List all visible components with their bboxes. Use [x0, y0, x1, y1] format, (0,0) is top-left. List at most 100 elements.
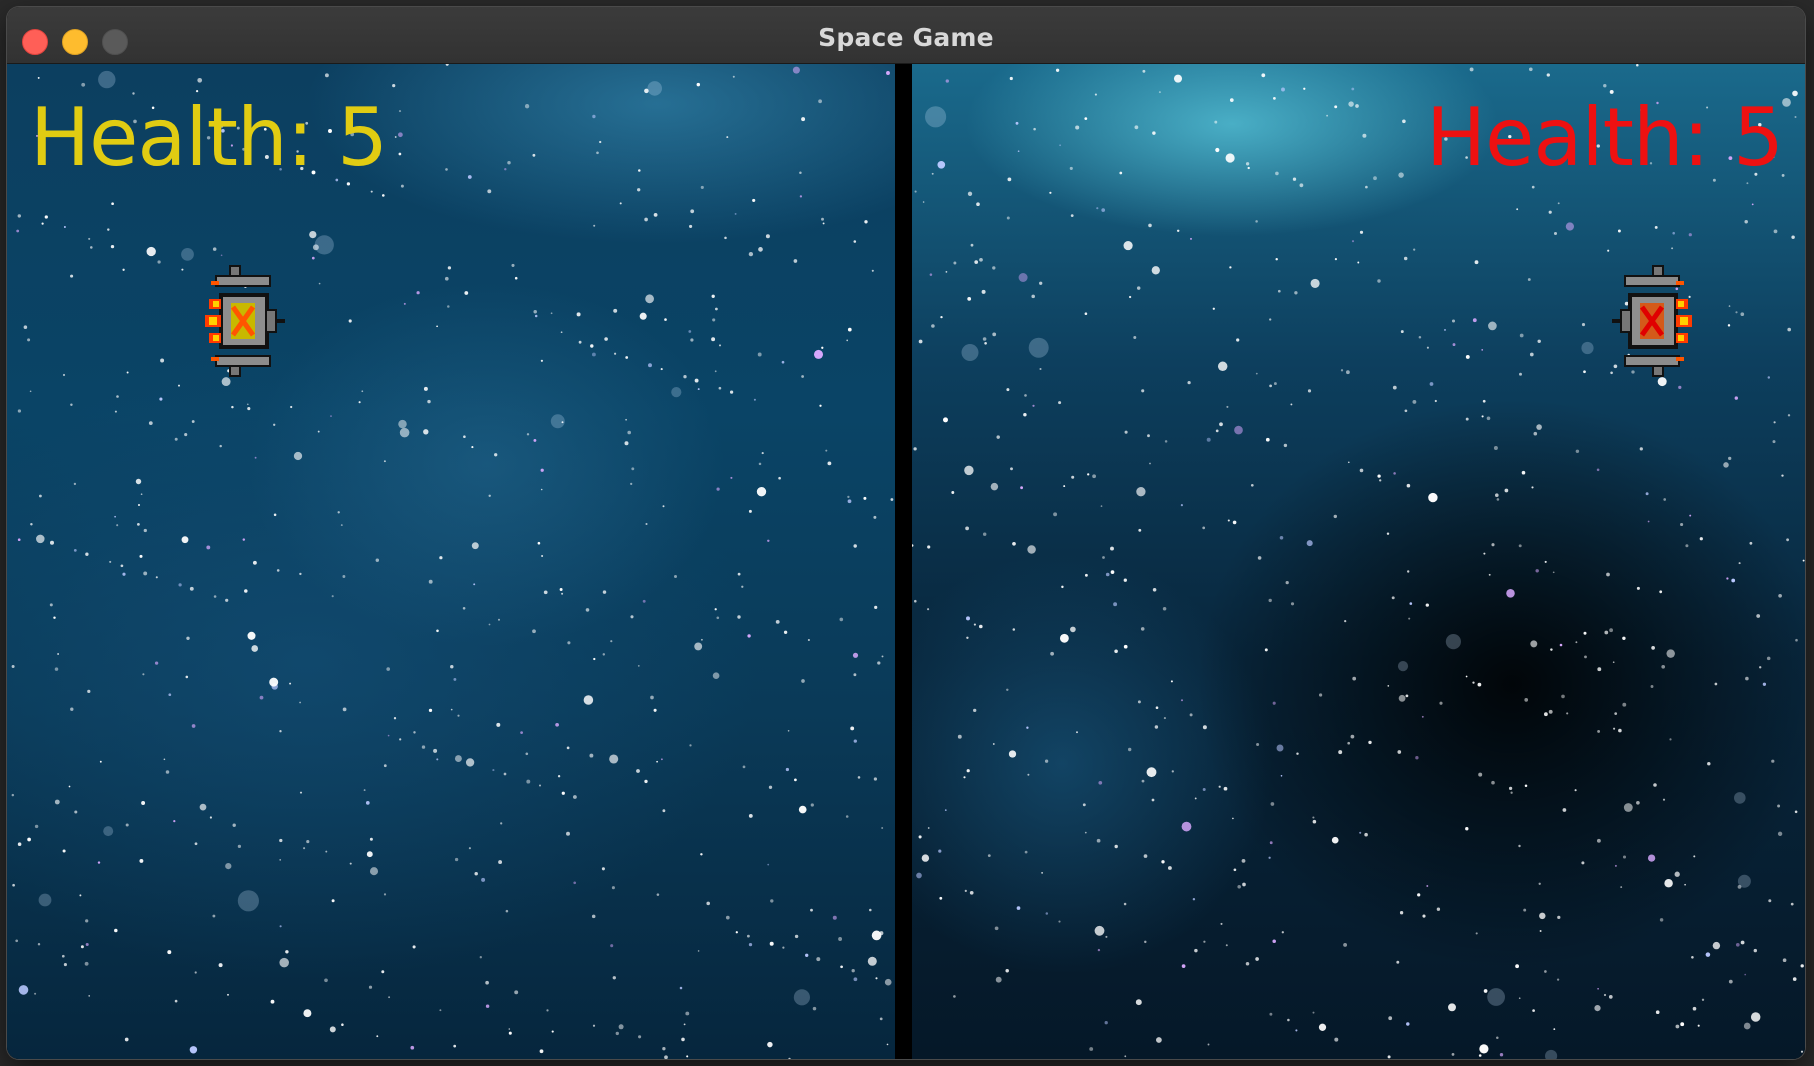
star [1620, 886, 1623, 889]
star [1800, 964, 1804, 968]
star [593, 657, 596, 661]
star [1663, 498, 1667, 501]
star [886, 71, 890, 75]
star [1781, 474, 1784, 477]
star [1275, 171, 1279, 176]
star [88, 237, 91, 240]
star [1597, 667, 1602, 672]
star [778, 476, 781, 480]
star [1250, 483, 1254, 487]
star [1261, 73, 1266, 78]
star [770, 899, 774, 903]
star [1645, 492, 1649, 496]
star [782, 946, 785, 949]
star [1084, 117, 1088, 120]
star [976, 202, 980, 207]
star [913, 447, 917, 451]
star [1272, 939, 1276, 943]
star [184, 433, 188, 437]
star [645, 522, 648, 526]
star [769, 941, 774, 946]
star [269, 677, 279, 687]
star [1790, 902, 1794, 906]
star [1269, 318, 1272, 321]
star [1155, 706, 1159, 710]
star [488, 623, 491, 626]
star [279, 859, 282, 861]
star [279, 957, 289, 968]
star [1346, 370, 1350, 375]
star [966, 636, 969, 639]
star [1622, 636, 1626, 641]
star [1532, 1009, 1535, 1012]
star [566, 746, 570, 750]
star [348, 319, 352, 323]
star [1351, 240, 1355, 243]
star [70, 274, 74, 278]
star [610, 640, 613, 643]
star-glow [1487, 988, 1505, 1006]
star [1728, 305, 1731, 307]
star [1089, 1047, 1094, 1051]
star [992, 266, 996, 270]
star [218, 963, 223, 968]
star [609, 754, 619, 764]
star [1531, 185, 1535, 189]
star [1152, 588, 1157, 592]
star [1055, 68, 1060, 72]
star [1133, 336, 1137, 339]
star [1426, 346, 1429, 349]
star [560, 331, 563, 334]
star [399, 738, 402, 741]
window-titlebar[interactable]: Space Game [7, 7, 1805, 64]
star [1402, 119, 1406, 124]
star [41, 222, 44, 225]
star [694, 642, 703, 651]
star [303, 847, 306, 850]
star [540, 468, 544, 472]
star [221, 377, 231, 387]
star [798, 805, 807, 814]
star [1680, 522, 1684, 527]
star [428, 708, 433, 713]
star [1008, 750, 1017, 758]
star [1499, 1053, 1504, 1057]
star [711, 337, 716, 342]
star [16, 229, 20, 233]
star [428, 579, 433, 584]
star [163, 758, 166, 761]
star [689, 744, 692, 747]
star [1092, 474, 1096, 479]
star [1481, 415, 1484, 418]
star [1647, 854, 1656, 862]
star [178, 384, 180, 387]
star [697, 388, 700, 391]
star [383, 764, 387, 768]
star [853, 240, 857, 243]
star-glow [1545, 1049, 1558, 1059]
star [914, 599, 917, 603]
star [679, 986, 683, 990]
star [27, 837, 31, 842]
star [1059, 633, 1069, 643]
star [1318, 693, 1323, 697]
star [1400, 330, 1404, 334]
star [1474, 260, 1479, 265]
star [1472, 681, 1475, 684]
star [1787, 414, 1791, 417]
star [503, 772, 507, 776]
game-canvas[interactable]: Health: 5 Health: 5 [7, 64, 1805, 1059]
star [436, 758, 439, 761]
star [1523, 908, 1527, 912]
star [566, 831, 570, 836]
star [383, 893, 387, 896]
star [1636, 586, 1640, 590]
star [1662, 798, 1666, 801]
star [178, 583, 182, 587]
star [1707, 762, 1711, 766]
star [1565, 222, 1575, 231]
star [1247, 166, 1250, 170]
star [1744, 220, 1748, 224]
star [927, 608, 930, 611]
star [1123, 902, 1127, 906]
